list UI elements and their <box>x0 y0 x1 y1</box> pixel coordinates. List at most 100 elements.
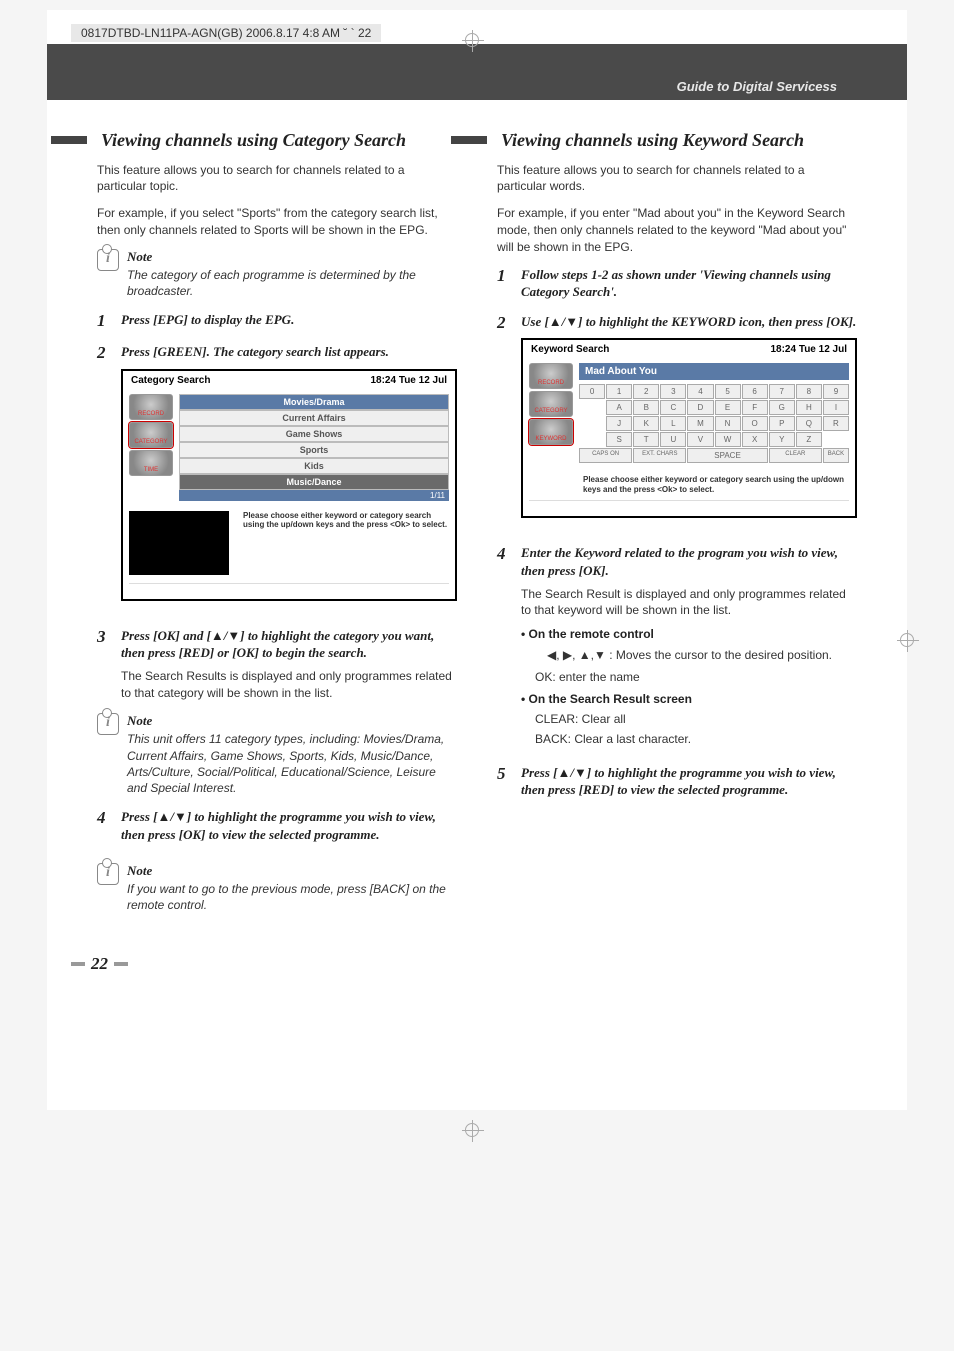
kb-key: L <box>660 416 686 431</box>
ui-clock: 18:24 Tue 12 Jul <box>370 375 447 386</box>
step-heading: Press [EPG] to display the EPG. <box>121 311 457 329</box>
onscreen-keyboard: 0 1 2 3 4 5 6 7 8 9 <box>579 384 849 463</box>
category-row: Sports <box>179 442 449 458</box>
ui-hint: Please choose either keyword or category… <box>235 507 455 581</box>
kb-key: M <box>687 416 713 431</box>
kb-key: V <box>687 432 713 447</box>
kb-key-ext: EXT. CHARS <box>633 448 686 463</box>
ui-hint: Please choose either keyword or category… <box>523 469 855 498</box>
kb-key: 1 <box>606 384 632 399</box>
pn-bar-icon <box>71 962 85 966</box>
category-row: Game Shows <box>179 426 449 442</box>
page-number-footer: 22 <box>71 954 883 974</box>
keyword-search-screenshot: Keyword Search 18:24 Tue 12 Jul RECORD C… <box>521 338 857 518</box>
category-list: Movies/Drama Current Affairs Game Shows … <box>179 394 449 501</box>
step-heading: Press [GREEN]. The category search list … <box>121 343 457 361</box>
note-text: This unit offers 11 category types, incl… <box>127 731 457 796</box>
step-number: 5 <box>497 764 509 799</box>
left-intro-1: This feature allows you to search for ch… <box>97 162 457 196</box>
bullet-heading: • On the remote control <box>521 627 857 641</box>
ui-title: Keyword Search <box>531 344 609 355</box>
category-search-screenshot: Category Search 18:24 Tue 12 Jul RECORD … <box>121 369 457 601</box>
kb-key: U <box>660 432 686 447</box>
step-subtext: The Search Results is displayed and only… <box>121 668 457 702</box>
category-row: Movies/Drama <box>179 394 449 410</box>
left-intro-2: For example, if you select "Sports" from… <box>97 205 457 239</box>
left-section-title: Viewing channels using Category Search <box>97 130 457 152</box>
side-icon: CATEGORY <box>129 422 173 448</box>
kb-key: Q <box>796 416 822 431</box>
side-icon: TIME <box>129 450 173 476</box>
ok-text: OK: enter the name <box>535 670 857 684</box>
clear-text: CLEAR: Clear all <box>535 712 857 726</box>
pn-bar-icon <box>114 962 128 966</box>
step-heading: Press [▲/▼] to highlight the programme y… <box>121 808 457 843</box>
crop-mark-bottom <box>462 1120 492 1150</box>
kb-key-clear: CLEAR <box>769 448 822 463</box>
kb-key: 4 <box>687 384 713 399</box>
left-column: Viewing channels using Category Search T… <box>97 130 457 926</box>
bullet-heading: • On the Search Result screen <box>521 692 857 706</box>
step-number: 2 <box>97 343 109 615</box>
note-text: The category of each programme is determ… <box>127 267 457 299</box>
note-block: Note If you want to go to the previous m… <box>97 863 457 913</box>
note-label: Note <box>127 863 457 879</box>
kb-key: Y <box>769 432 795 447</box>
step-heading: Use [▲/▼] to highlight the KEYWORD icon,… <box>521 313 857 331</box>
kb-key: T <box>633 432 659 447</box>
note-label: Note <box>127 249 457 265</box>
section-header-bar: Guide to Digital Servicess <box>47 44 907 100</box>
category-row: Music/Dance <box>179 474 449 490</box>
note-block: Note This unit offers 11 category types,… <box>97 713 457 796</box>
section-header-text: Guide to Digital Servicess <box>677 79 837 94</box>
kb-key: W <box>715 432 741 447</box>
category-row: Kids <box>179 458 449 474</box>
kb-key-caps: CAPS ON <box>579 448 632 463</box>
kb-key: 0 <box>579 384 605 399</box>
kb-key: P <box>769 416 795 431</box>
note-block: Note The category of each programme is d… <box>97 249 457 299</box>
kb-key: E <box>715 400 741 415</box>
kb-key: 9 <box>823 384 849 399</box>
kb-key: G <box>769 400 795 415</box>
kb-key: N <box>715 416 741 431</box>
right-column: Viewing channels using Keyword Search Th… <box>497 130 857 926</box>
step-item: 5 Press [▲/▼] to highlight the programme… <box>497 764 857 799</box>
step-item: 4 Enter the Keyword related to the progr… <box>497 544 857 751</box>
kb-key: A <box>606 400 632 415</box>
kb-key: 6 <box>742 384 768 399</box>
content-columns: Viewing channels using Category Search T… <box>71 130 883 926</box>
step-item: 1 Follow steps 1-2 as shown under 'Viewi… <box>497 266 857 301</box>
kb-key: O <box>742 416 768 431</box>
step-heading: Enter the Keyword related to the program… <box>521 544 857 579</box>
side-icon: RECORD <box>529 363 573 389</box>
right-intro-2: For example, if you enter "Mad about you… <box>497 205 857 255</box>
side-icon: KEYWORD <box>529 419 573 445</box>
arrows-text: ◀, ▶, ▲,▼ : Moves the cursor to the desi… <box>547 647 857 664</box>
kb-key: J <box>606 416 632 431</box>
step-heading: Press [OK] and [▲/▼] to highlight the ca… <box>121 627 457 662</box>
step-number: 3 <box>97 627 109 702</box>
category-row: Current Affairs <box>179 410 449 426</box>
kb-key: C <box>660 400 686 415</box>
right-intro-1: This feature allows you to search for ch… <box>497 162 857 196</box>
step-item: 3 Press [OK] and [▲/▼] to highlight the … <box>97 627 457 702</box>
preview-box <box>129 511 229 575</box>
step-number: 1 <box>497 266 509 301</box>
right-section-title: Viewing channels using Keyword Search <box>497 130 857 152</box>
ui-clock: 18:24 Tue 12 Jul <box>770 344 847 355</box>
kb-key: Z <box>796 432 822 447</box>
kb-key: 7 <box>769 384 795 399</box>
kb-key: R <box>823 416 849 431</box>
back-text: BACK: Clear a last character. <box>535 732 857 746</box>
kb-key: B <box>633 400 659 415</box>
info-icon <box>97 249 119 271</box>
kb-key: S <box>606 432 632 447</box>
kb-key: 8 <box>796 384 822 399</box>
step-number: 2 <box>497 313 509 533</box>
file-header-tag: 0817DTBD-LN11PA-AGN(GB) 2006.8.17 4:8 AM… <box>71 24 381 42</box>
step-heading: Follow steps 1-2 as shown under 'Viewing… <box>521 266 857 301</box>
crop-mark-right <box>897 630 927 660</box>
kb-key: K <box>633 416 659 431</box>
kb-key: H <box>796 400 822 415</box>
